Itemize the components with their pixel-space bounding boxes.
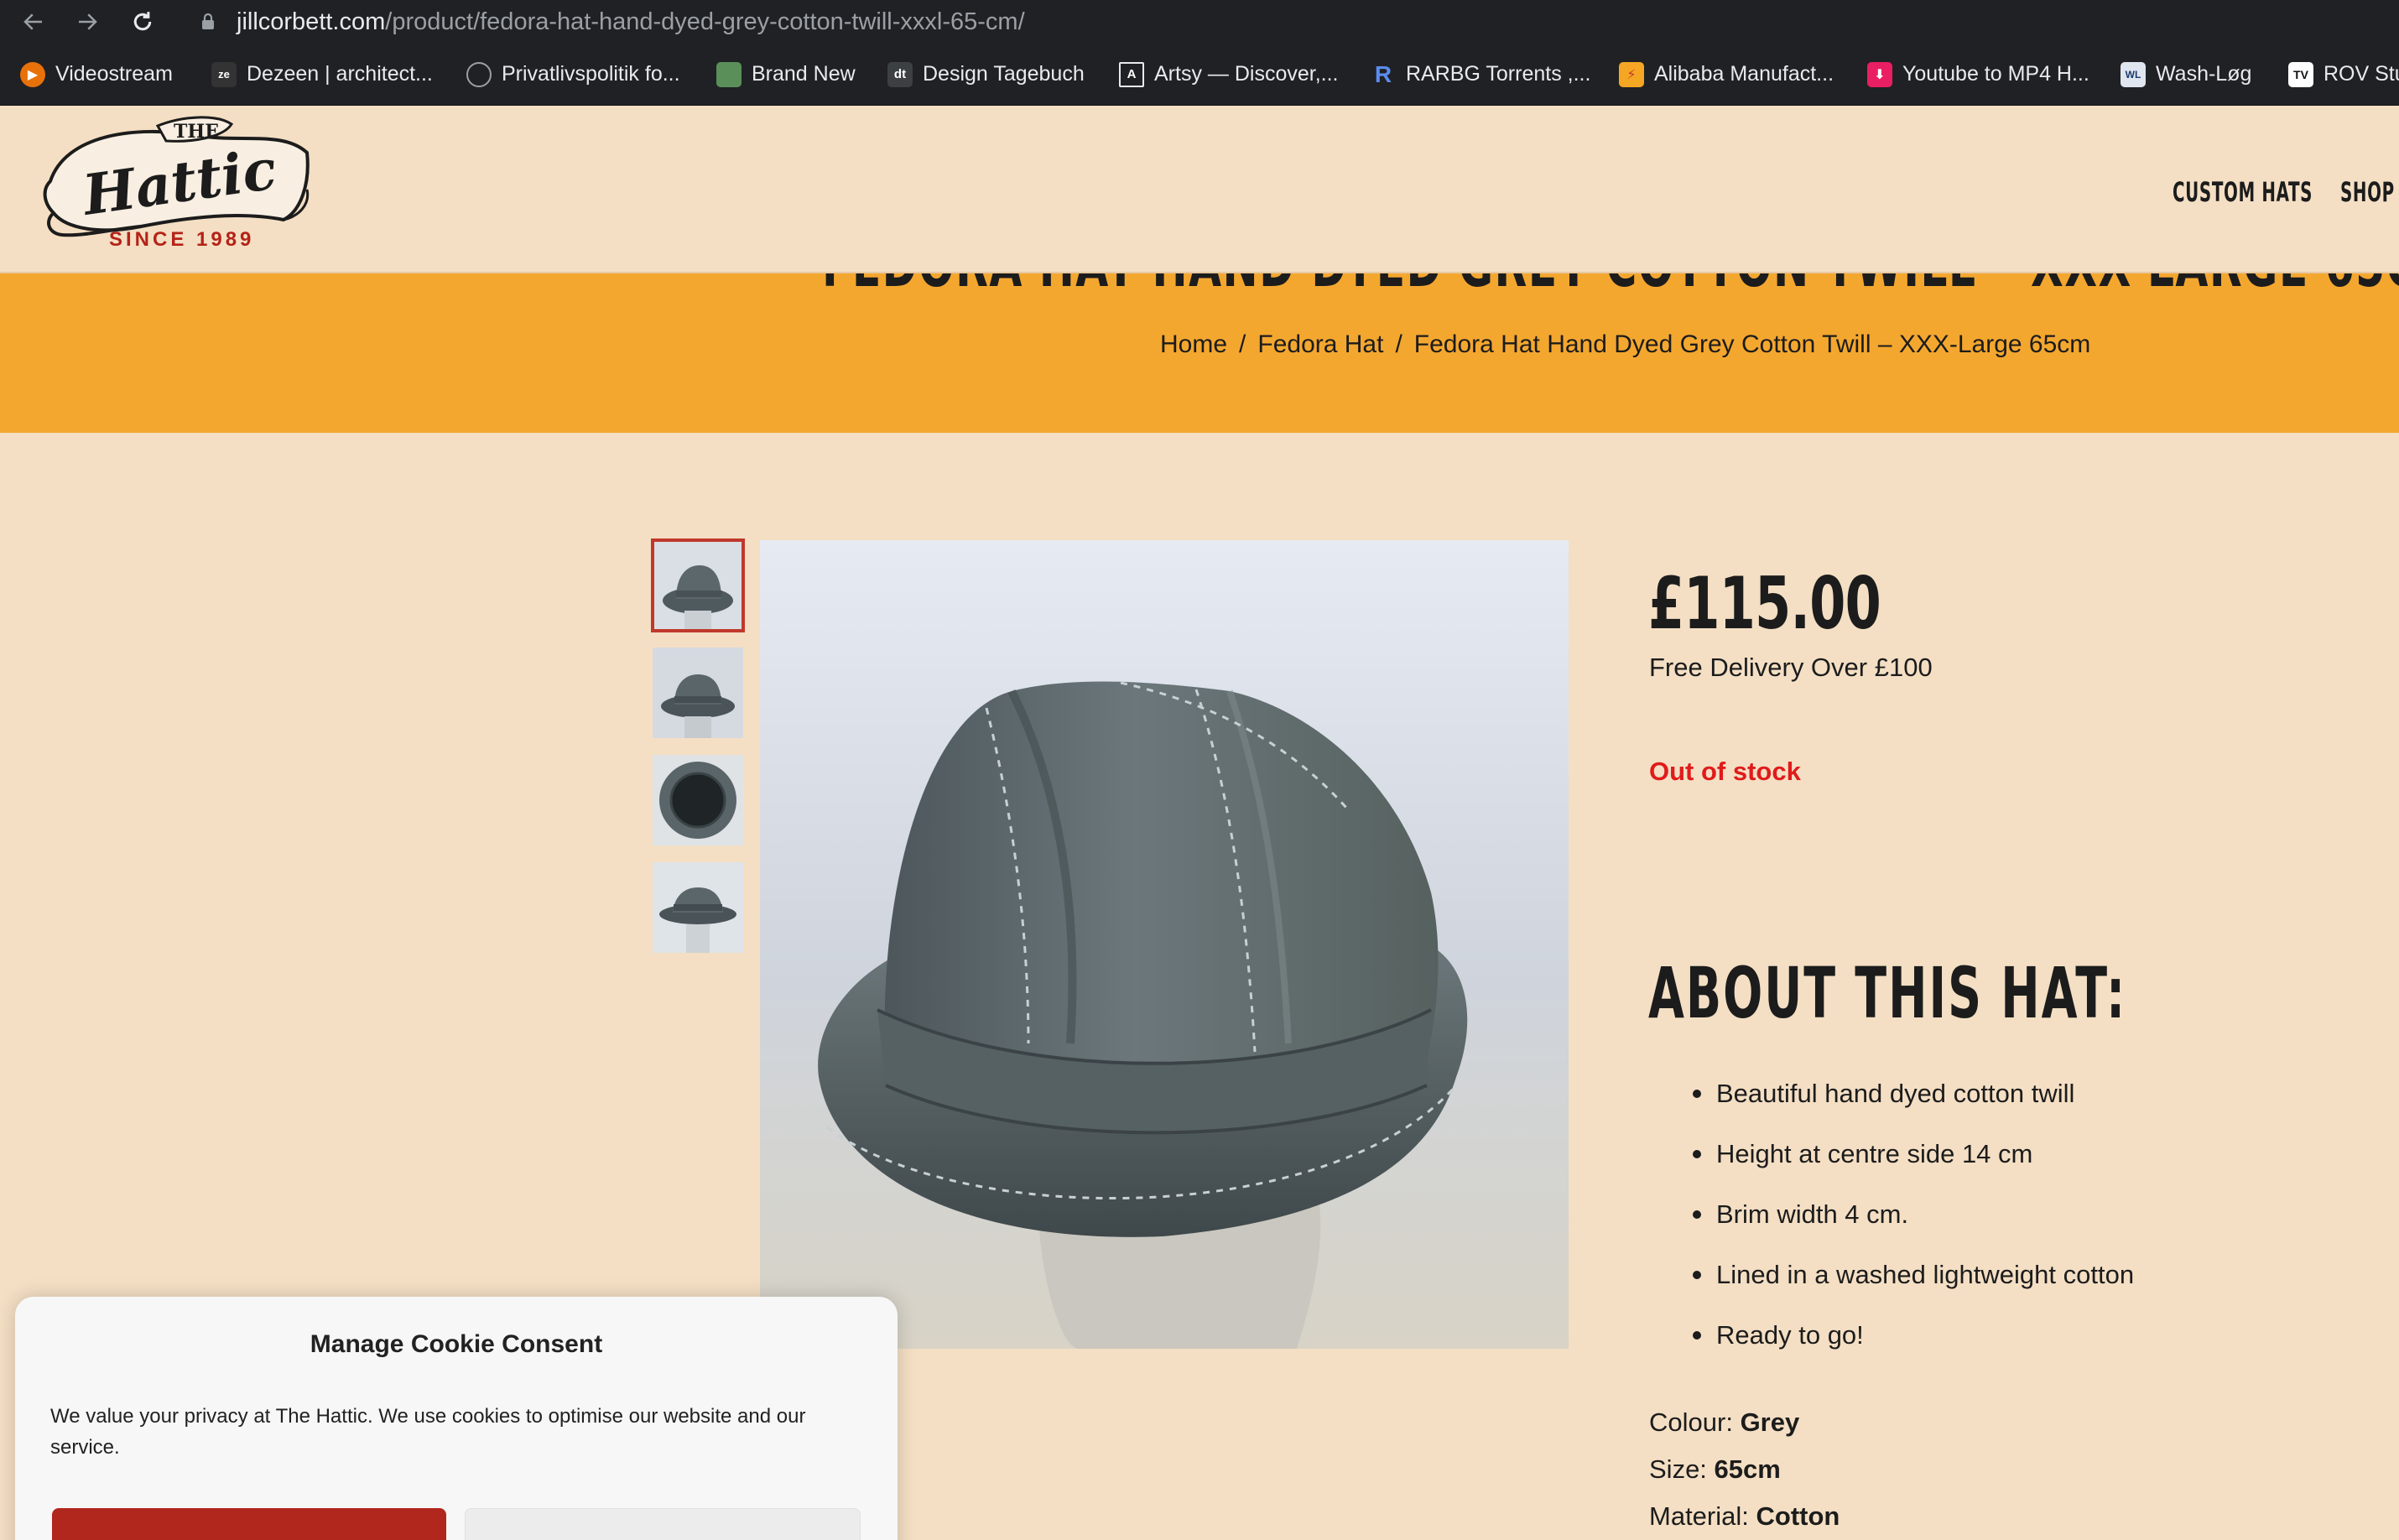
- design-tagebuch-icon: dt: [887, 61, 913, 87]
- wash-log-icon: WL: [2121, 61, 2146, 87]
- logo-the-text: THE: [174, 121, 219, 143]
- bookmark-label: Alibaba Manufact...: [1654, 62, 1834, 86]
- spec-label: Colour:: [1649, 1407, 1733, 1437]
- url-host: jillcorbett.com: [237, 8, 386, 35]
- list-item: Lined in a washed lightweight cotton: [1693, 1256, 2134, 1317]
- forward-icon[interactable]: [70, 5, 104, 39]
- cookie-consent-dialog: Manage Cookie Consent We value your priv…: [15, 1297, 898, 1540]
- thumbnail-2[interactable]: [653, 648, 743, 738]
- brand-new-icon: [716, 61, 742, 87]
- bookmark-label: Youtube to MP4 H...: [1902, 62, 2089, 86]
- list-item: Beautiful hand dyed cotton twill: [1693, 1075, 2134, 1136]
- bookmark-videostream[interactable]: ▶ Videostream: [20, 43, 173, 105]
- thumbnail-4[interactable]: [653, 862, 743, 953]
- thumbnail-3[interactable]: [653, 755, 743, 845]
- grey-fedora-hat-photo: [760, 540, 1569, 1349]
- cookie-title: Manage Cookie Consent: [310, 1330, 603, 1358]
- spec-value: Cotton: [1756, 1501, 1840, 1531]
- page-title-band: FEDORA HAT HAND DYED GREY COTTON TWILL –…: [0, 273, 2399, 433]
- lock-icon[interactable]: [191, 5, 225, 39]
- bookmark-label: Wash-Løg: [2156, 62, 2252, 86]
- product-main-image[interactable]: [760, 540, 1569, 1349]
- spec-material: Material: Cotton: [1649, 1501, 1840, 1532]
- spec-label: Material:: [1649, 1501, 1749, 1531]
- bookmark-label: Videostream: [55, 62, 173, 86]
- dezeen-icon: ze: [211, 61, 237, 87]
- list-item: Ready to go!: [1693, 1317, 2134, 1377]
- youtube-mp4-icon: ⬇: [1867, 61, 1892, 87]
- hat-thumbnail-image: [653, 648, 743, 738]
- bookmark-label: Design Tagebuch: [923, 62, 1085, 86]
- accept-button[interactable]: Accept: [52, 1508, 446, 1540]
- bookmark-youtube-mp4[interactable]: ⬇ Youtube to MP4 H...: [1867, 43, 2089, 105]
- url-bar[interactable]: jillcorbett.com/product/fedora-hat-hand-…: [237, 5, 1025, 39]
- bookmark-label: Artsy — Discover,...: [1154, 62, 1339, 86]
- artsy-icon: A: [1119, 61, 1144, 87]
- bookmark-brand-new[interactable]: Brand New: [716, 43, 856, 105]
- spec-colour: Colour: Grey: [1649, 1407, 1799, 1438]
- reload-icon[interactable]: [126, 5, 159, 39]
- spec-size: Size: 65cm: [1649, 1454, 1781, 1485]
- spec-value: 65cm: [1714, 1454, 1781, 1484]
- spec-label: Size:: [1649, 1454, 1707, 1484]
- list-item: Brim width 4 cm.: [1693, 1196, 2134, 1256]
- bookmark-artsy[interactable]: A Artsy — Discover,...: [1119, 43, 1339, 105]
- spec-value: Grey: [1740, 1407, 1800, 1437]
- hat-thumbnail-image: [653, 862, 743, 953]
- bookmark-label: Privatlivspolitik fo...: [502, 62, 680, 86]
- bookmark-wash-log[interactable]: WL Wash-Løg: [2121, 43, 2252, 105]
- logo-since: SINCE 1989: [109, 228, 255, 251]
- breadcrumb-separator: /: [1395, 330, 1402, 358]
- cookie-text: We value your privacy at The Hattic. We …: [50, 1405, 806, 1459]
- nav-shop[interactable]: SHOP A: [2340, 171, 2399, 213]
- bookmark-rov[interactable]: TV ROV Stu: [2288, 43, 2399, 105]
- back-icon[interactable]: [17, 5, 50, 39]
- videostream-icon: ▶: [20, 61, 45, 87]
- breadcrumb-fedora-hat[interactable]: Fedora Hat: [1257, 330, 1383, 358]
- page-title: FEDORA HAT HAND DYED GREY COTTON TWILL –…: [822, 273, 2399, 300]
- bookmark-privacy[interactable]: Privatlivspolitik fo...: [466, 43, 680, 105]
- bookmarks-bar: ▶ Videostream ze Dezeen | architect... P…: [0, 43, 2399, 106]
- hat-thumbnail-image: [653, 540, 743, 631]
- url-path: /product/fedora-hat-hand-dyed-grey-cotto…: [385, 8, 1025, 35]
- rov-icon: TV: [2288, 61, 2313, 87]
- nav-custom-hats[interactable]: CUSTOM HATS: [2173, 171, 2313, 213]
- bookmark-rarbg[interactable]: R RARBG Torrents ,...: [1371, 43, 1591, 105]
- privacy-policy-icon: [466, 61, 492, 87]
- bookmark-label: Dezeen | architect...: [247, 62, 433, 86]
- bookmark-label: RARBG Torrents ,...: [1406, 62, 1591, 86]
- bookmark-label: Brand New: [752, 62, 856, 86]
- bookmark-design-tagebuch[interactable]: dt Design Tagebuch: [887, 43, 1085, 105]
- site-header: THE Hattic SINCE 1989 CUSTOM HATS SHOP A: [0, 106, 2399, 273]
- stock-status: Out of stock: [1649, 757, 1801, 786]
- preferences-button[interactable]: Preferences: [465, 1508, 861, 1540]
- delivery-note: Free Delivery Over £100: [1649, 653, 1933, 682]
- bookmark-alibaba[interactable]: ⚡ Alibaba Manufact...: [1619, 43, 1834, 105]
- breadcrumb-separator: /: [1239, 330, 1246, 358]
- browser-address-bar: jillcorbett.com/product/fedora-hat-hand-…: [0, 0, 2399, 43]
- feature-list: Beautiful hand dyed cotton twill Height …: [1693, 1075, 2134, 1377]
- about-heading: ABOUT THIS HAT:: [1648, 952, 2127, 1034]
- bookmark-dezeen[interactable]: ze Dezeen | architect...: [211, 43, 433, 105]
- breadcrumb-home[interactable]: Home: [1160, 330, 1227, 358]
- breadcrumb-current: Fedora Hat Hand Dyed Grey Cotton Twill –…: [1413, 330, 2091, 358]
- bookmark-label: ROV Stu: [2324, 62, 2399, 86]
- hat-thumbnail-image: [653, 755, 743, 845]
- rarbg-icon: R: [1374, 60, 1392, 87]
- product-price: £115.00: [1648, 562, 1881, 646]
- list-item: Height at centre side 14 cm: [1693, 1136, 2134, 1196]
- alibaba-icon: ⚡: [1619, 61, 1644, 87]
- thumbnail-1[interactable]: [651, 538, 745, 632]
- breadcrumb: Home / Fedora Hat / Fedora Hat Hand Dyed Gre…: [1160, 330, 2090, 359]
